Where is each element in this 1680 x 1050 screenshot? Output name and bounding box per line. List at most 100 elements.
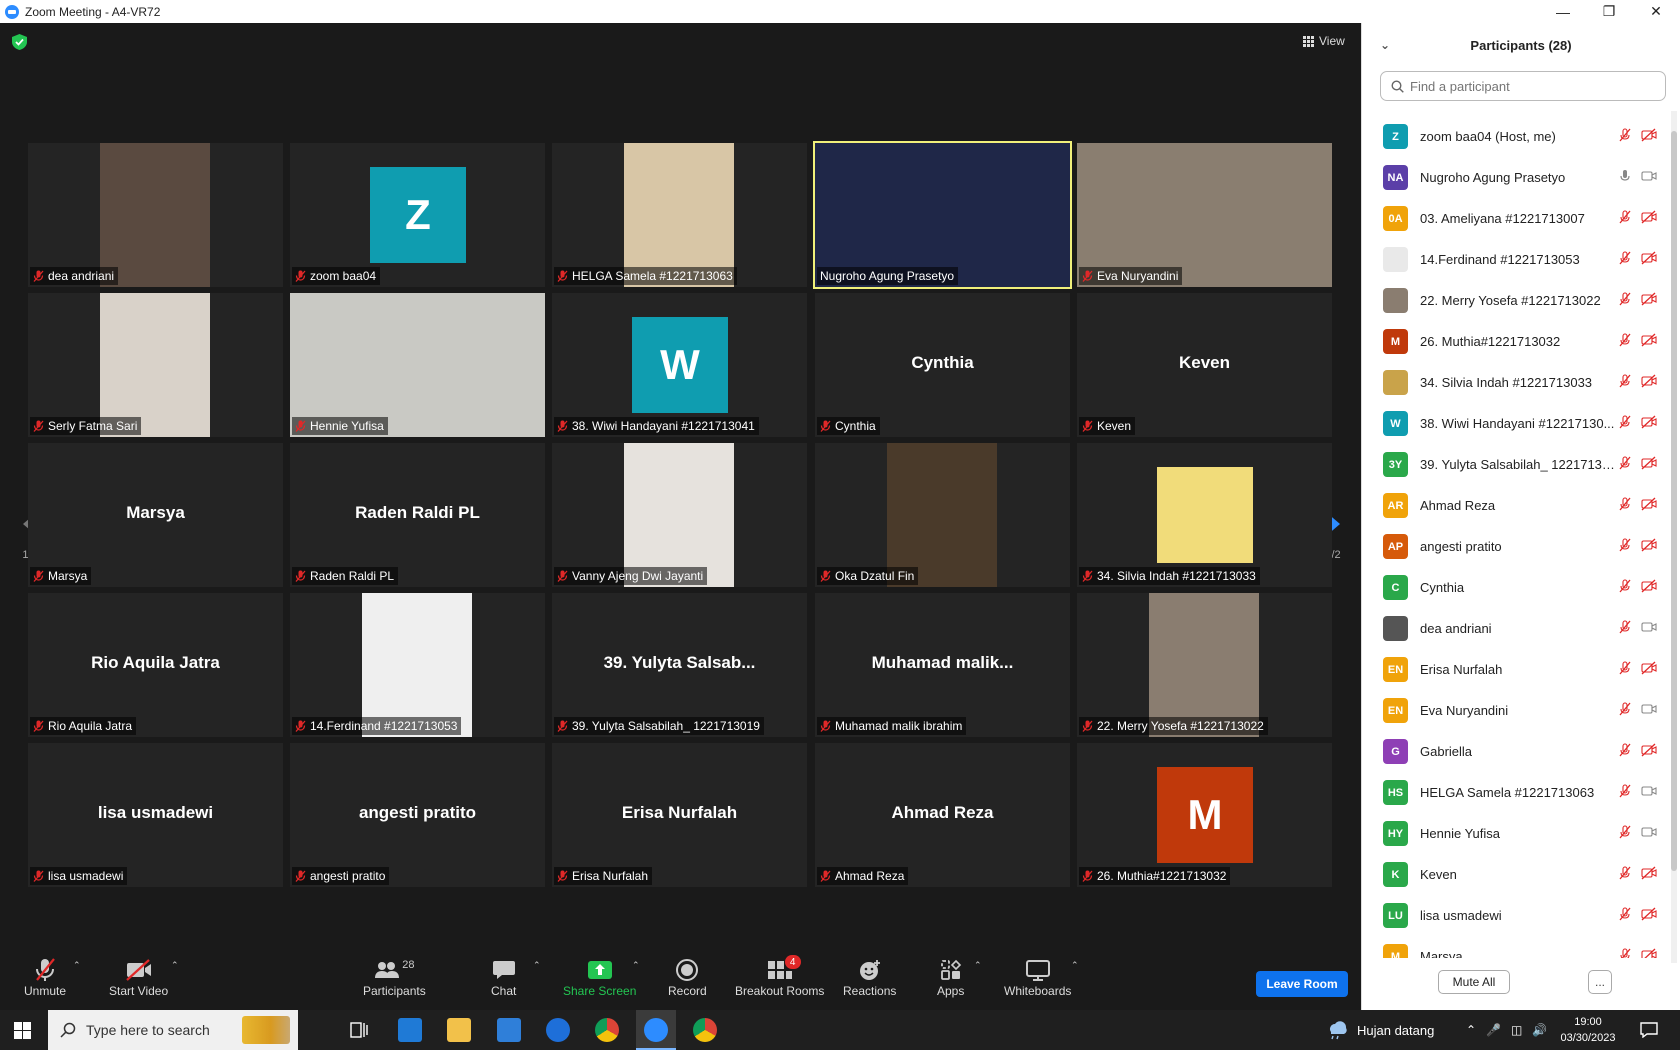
mail-icon[interactable]	[497, 1018, 521, 1042]
video-tile[interactable]: Cynthia Cynthia	[815, 293, 1070, 437]
participant-row[interactable]: NA Nugroho Agung Prasetyo	[1362, 157, 1665, 198]
participant-row[interactable]: AR Ahmad Reza	[1362, 485, 1665, 526]
notifications-icon[interactable]	[1640, 1022, 1658, 1038]
participant-row[interactable]: EN Erisa Nurfalah	[1362, 649, 1665, 690]
participant-video-toggle[interactable]	[1641, 620, 1657, 639]
share-options-caret[interactable]: ⌃	[632, 960, 640, 971]
video-tile[interactable]: Oka Dzatul Fin	[815, 443, 1070, 587]
participant-mic-toggle[interactable]	[1618, 415, 1632, 434]
participant-video-toggle[interactable]	[1641, 784, 1657, 803]
tray-network-icon[interactable]: ◫	[1511, 1023, 1522, 1037]
participant-mic-toggle[interactable]	[1618, 210, 1632, 229]
video-tile[interactable]: Vanny Ajeng Dwi Jayanti	[552, 443, 807, 587]
maximize-button[interactable]: ❐	[1586, 0, 1632, 23]
collapse-chevron-icon[interactable]: ⌄	[1380, 38, 1390, 52]
breakout-rooms-button[interactable]: 4 Breakout Rooms	[735, 955, 824, 998]
view-button[interactable]: View	[1303, 34, 1345, 48]
participant-video-toggle[interactable]	[1641, 497, 1657, 516]
close-button[interactable]: ✕	[1633, 0, 1679, 23]
participant-mic-toggle[interactable]	[1618, 661, 1632, 680]
video-tile[interactable]: Marsya Marsya	[28, 443, 283, 587]
participant-video-toggle[interactable]	[1641, 251, 1657, 270]
participant-mic-toggle[interactable]	[1618, 538, 1632, 557]
participant-video-toggle[interactable]	[1641, 415, 1657, 434]
scrollbar-thumb[interactable]	[1671, 131, 1677, 871]
task-view-icon[interactable]	[350, 1022, 368, 1038]
participant-row[interactable]: HS HELGA Samela #1221713063	[1362, 772, 1665, 813]
video-tile[interactable]: Rio Aquila Jatra Rio Aquila Jatra	[28, 593, 283, 737]
whiteboards-button[interactable]: Whiteboards	[1004, 956, 1071, 998]
participant-video-toggle[interactable]	[1641, 743, 1657, 762]
taskbar-search[interactable]: Type here to search	[48, 1010, 298, 1050]
video-options-caret[interactable]: ⌃	[171, 960, 179, 971]
participant-video-toggle[interactable]	[1641, 210, 1657, 229]
participant-mic-toggle[interactable]	[1618, 948, 1632, 958]
chat-options-caret[interactable]: ⌃	[533, 960, 541, 971]
video-tile[interactable]: M 26. Muthia#1221713032	[1077, 743, 1332, 887]
participant-video-toggle[interactable]	[1641, 661, 1657, 680]
video-tile[interactable]: Serly Fatma Sari	[28, 293, 283, 437]
participant-video-toggle[interactable]	[1641, 374, 1657, 393]
video-tile[interactable]: HELGA Samela #1221713063	[552, 143, 807, 287]
leave-room-button[interactable]: Leave Room	[1256, 971, 1348, 997]
participant-mic-toggle[interactable]	[1618, 456, 1632, 475]
internet-explorer-icon[interactable]	[546, 1018, 570, 1042]
participant-mic-toggle[interactable]	[1618, 579, 1632, 598]
participant-row[interactable]: 34. Silvia Indah #1221713033	[1362, 362, 1665, 403]
participant-video-toggle[interactable]	[1641, 825, 1657, 844]
participant-row[interactable]: W 38. Wiwi Handayani #12217130...	[1362, 403, 1665, 444]
windows-start-icon[interactable]	[14, 1022, 31, 1039]
video-tile[interactable]: dea andriani	[28, 143, 283, 287]
video-tile[interactable]: Hennie Yufisa	[290, 293, 545, 437]
video-tile[interactable]: Raden Raldi PL Raden Raldi PL	[290, 443, 545, 587]
participant-mic-toggle[interactable]	[1618, 702, 1632, 721]
record-button[interactable]: Record	[668, 956, 707, 998]
chrome-profile-icon[interactable]	[693, 1018, 717, 1042]
participant-video-toggle[interactable]	[1641, 169, 1657, 188]
participant-video-toggle[interactable]	[1641, 579, 1657, 598]
start-video-button[interactable]: Start Video	[109, 956, 168, 998]
participant-row[interactable]: HY Hennie Yufisa	[1362, 813, 1665, 854]
participant-mic-toggle[interactable]	[1618, 497, 1632, 516]
video-tile[interactable]: Erisa Nurfalah Erisa Nurfalah	[552, 743, 807, 887]
video-tile[interactable]: 34. Silvia Indah #1221713033	[1077, 443, 1332, 587]
participant-mic-toggle[interactable]	[1618, 907, 1632, 926]
unmute-button[interactable]: Unmute	[24, 956, 66, 998]
zoom-taskbar-button[interactable]	[636, 1010, 676, 1050]
video-tile[interactable]: Muhamad malik... Muhamad malik ibrahim	[815, 593, 1070, 737]
video-tile[interactable]: 39. Yulyta Salsab... 39. Yulyta Salsabila…	[552, 593, 807, 737]
apps-button[interactable]: Apps	[937, 956, 964, 998]
participant-row[interactable]: AP angesti pratito	[1362, 526, 1665, 567]
whiteboards-options-caret[interactable]: ⌃	[1071, 960, 1079, 971]
mute-all-button[interactable]: Mute All	[1438, 970, 1510, 994]
participant-mic-toggle[interactable]	[1618, 620, 1632, 639]
apps-options-caret[interactable]: ⌃	[974, 960, 982, 971]
participant-video-toggle[interactable]	[1641, 333, 1657, 352]
tray-overflow-icon[interactable]: ⌃	[1466, 1023, 1476, 1037]
participant-row[interactable]: M 26. Muthia#1221713032	[1362, 321, 1665, 362]
video-tile[interactable]: Keven Keven	[1077, 293, 1332, 437]
participant-mic-toggle[interactable]	[1618, 251, 1632, 270]
video-tile[interactable]: Nugroho Agung Prasetyo	[813, 141, 1072, 289]
participant-video-toggle[interactable]	[1641, 702, 1657, 721]
video-tile[interactable]: Eva Nuryandini	[1077, 143, 1332, 287]
reactions-button[interactable]: Reactions	[843, 956, 896, 998]
taskbar-clock[interactable]: 19:00 03/30/2023	[1553, 1014, 1623, 1046]
participant-mic-toggle[interactable]	[1618, 169, 1632, 188]
tray-volume-icon[interactable]: 🔊	[1532, 1023, 1547, 1037]
video-tile[interactable]: lisa usmadewi lisa usmadewi	[28, 743, 283, 887]
microsoft-store-icon[interactable]	[398, 1018, 422, 1042]
chat-button[interactable]: Chat	[491, 956, 516, 998]
video-tile[interactable]: angesti pratito angesti pratito	[290, 743, 545, 887]
participant-video-toggle[interactable]	[1641, 866, 1657, 885]
participant-row[interactable]: LU lisa usmadewi	[1362, 895, 1665, 936]
participant-row[interactable]: Zzoom baa04 (Host, me)	[1362, 116, 1665, 157]
participant-mic-toggle[interactable]	[1618, 374, 1632, 393]
tray-microphone-icon[interactable]: 🎤	[1486, 1023, 1501, 1037]
participant-video-toggle[interactable]	[1641, 456, 1657, 475]
participant-row[interactable]: C Cynthia	[1362, 567, 1665, 608]
participant-row[interactable]: M Marsya	[1362, 936, 1665, 958]
more-options-button[interactable]: ...	[1588, 970, 1612, 994]
participant-row[interactable]: 14.Ferdinand #1221713053	[1362, 239, 1665, 280]
participant-row[interactable]: 3Y 39. Yulyta Salsabilah_ 12217130...	[1362, 444, 1665, 485]
